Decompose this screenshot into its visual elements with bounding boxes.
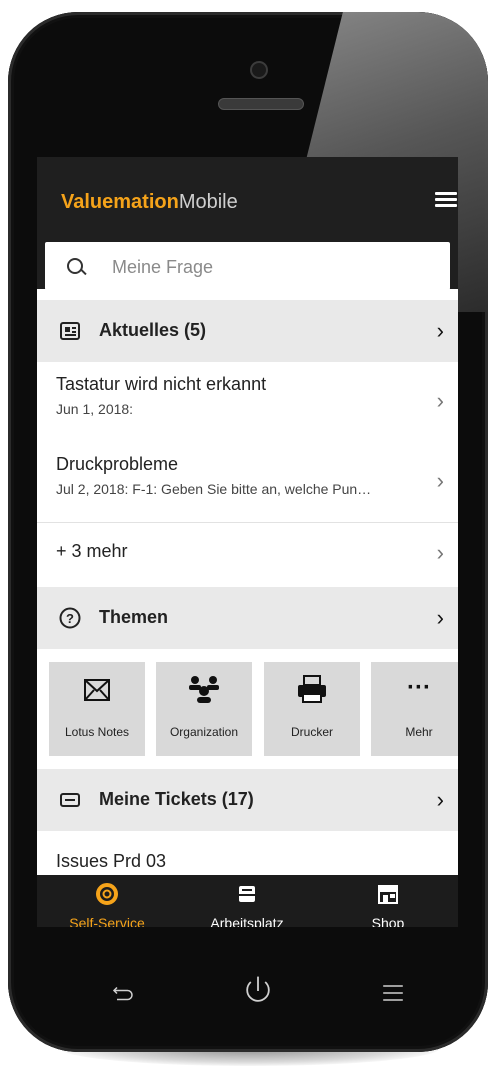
tile-lotus-notes[interactable]: Lotus Notes (49, 662, 145, 756)
hamburger-menu-icon[interactable] (435, 192, 457, 208)
svg-text:?: ? (66, 611, 74, 626)
newspaper-icon (60, 322, 80, 340)
tile-label: Lotus Notes (64, 725, 130, 739)
nav-arbeitsplatz[interactable]: Arbeitsplatz (177, 875, 317, 927)
section-topics-title: Themen (99, 607, 169, 627)
ticket-icon (60, 793, 80, 807)
ellipsis-icon: ··· (407, 674, 431, 701)
power-icon[interactable] (228, 967, 288, 1017)
tile-mehr[interactable]: ··· Mehr (371, 662, 458, 756)
chevron-right-icon: › (436, 540, 444, 565)
tile-label: Organization (169, 725, 239, 739)
back-icon[interactable] (93, 967, 153, 1017)
news-item[interactable]: Tastatur wird nicht erkannt Jun 1, 2018:… (37, 362, 458, 443)
tile-label: Drucker (290, 725, 333, 739)
chevron-right-icon: › (436, 468, 444, 493)
news-item[interactable]: Druckprobleme Jul 2, 2018: F-1: Geben Si… (37, 442, 458, 523)
search-icon (67, 258, 83, 274)
section-news-header[interactable]: Aktuelles (5) › (37, 300, 458, 362)
search-input[interactable] (110, 252, 444, 282)
chevron-right-icon: › (436, 388, 444, 413)
nav-shop[interactable]: Shop (318, 875, 458, 927)
logo-brand: Valuemation (61, 191, 179, 213)
section-tickets-title: Meine Tickets (17) (99, 789, 254, 809)
menu-icon[interactable] (363, 967, 423, 1017)
app-logo: ValuemationMobile (61, 191, 238, 214)
search-box[interactable] (45, 242, 450, 290)
ticket-item-title: Issues Prd 03 (56, 851, 167, 871)
chevron-right-icon: › (436, 605, 444, 630)
tile-organization[interactable]: Organization (156, 662, 252, 756)
earpiece-speaker (218, 98, 304, 110)
app-header: ValuemationMobile (37, 157, 458, 229)
section-tickets-header[interactable]: Meine Tickets (17) › (37, 769, 458, 831)
logo-suffix: Mobile (178, 191, 238, 213)
printer-icon (298, 675, 326, 703)
news-item-subtitle: Jun 1, 2018: (56, 401, 134, 417)
chevron-right-icon: › (436, 318, 444, 343)
chevron-right-icon: › (436, 787, 444, 812)
section-topics-header[interactable]: ? Themen › (37, 587, 458, 649)
nav-label: Shop (371, 915, 405, 927)
envelope-icon (84, 679, 110, 701)
nav-label: Arbeitsplatz (210, 915, 284, 927)
question-circle-icon: ? (59, 607, 81, 629)
lifebuoy-icon (96, 883, 118, 905)
inbox-icon (239, 886, 255, 902)
bottom-navigation: Self-Service Arbeitsplatz Shop (37, 875, 458, 927)
section-news-title: Aktuelles (5) (99, 320, 207, 340)
phone-frame: ValuemationMobile Aktuelles (5) › (8, 12, 488, 1052)
nav-label: Self-Service (69, 915, 145, 927)
tile-drucker[interactable]: Drucker (264, 662, 360, 756)
news-item-title: Druckprobleme (56, 454, 179, 474)
news-more-link[interactable]: + 3 mehr › (37, 523, 458, 583)
news-item-title: Tastatur wird nicht erkannt (56, 374, 267, 394)
app-screen: ValuemationMobile Aktuelles (5) › (37, 157, 458, 927)
store-icon (378, 885, 398, 904)
tile-label: Mehr (405, 725, 433, 739)
search-bar (37, 229, 458, 290)
people-icon (189, 676, 219, 703)
news-more-label: + 3 mehr (56, 541, 128, 561)
front-camera (250, 61, 268, 79)
topic-tiles: Lotus Notes Organization Drucker ··· Meh… (37, 657, 458, 767)
nav-self-service[interactable]: Self-Service (37, 875, 177, 927)
news-item-subtitle: Jul 2, 2018: F-1: Geben Sie bitte an, we… (56, 481, 372, 497)
